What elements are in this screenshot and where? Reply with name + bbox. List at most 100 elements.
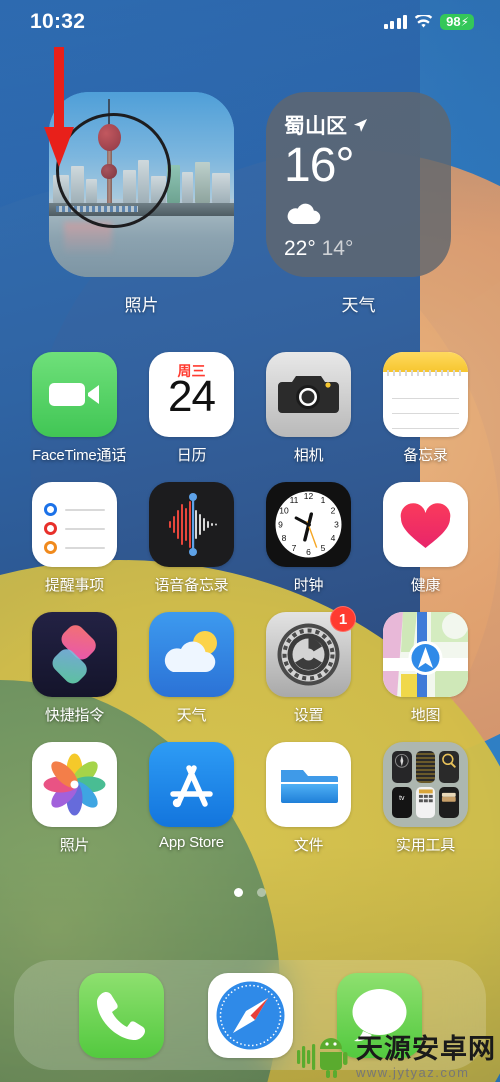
calendar-day: 24 [168, 372, 216, 421]
app-label: FaceTime通话 [32, 447, 127, 464]
app-notes[interactable]: 备忘录 [383, 352, 468, 465]
health-icon[interactable] [383, 482, 468, 567]
reminders-icon[interactable] [32, 482, 117, 567]
svg-text:6: 6 [306, 547, 311, 557]
page-dot-2[interactable] [257, 888, 266, 897]
wifi-icon [414, 15, 433, 28]
iphone-home-screen: 10:32 98 ⚡ 照片 蜀山区 16° 22° 14° 天气 FaceTim… [0, 0, 500, 1082]
app-settings[interactable]: 1 设置 [266, 606, 356, 725]
mini-magnifier-icon [439, 751, 459, 783]
notes-icon[interactable] [383, 352, 468, 437]
weather-low: 14° [321, 237, 354, 260]
app-files[interactable]: 文件 [266, 742, 351, 855]
app-facetime[interactable]: FaceTime通话 [32, 352, 127, 465]
app-label: 实用工具 [395, 837, 456, 854]
app-app-store[interactable]: App Store [149, 742, 234, 855]
svg-text:8: 8 [282, 533, 287, 543]
cloud-icon [287, 203, 321, 224]
svg-text:9: 9 [278, 520, 283, 530]
app-label: 语音备忘录 [154, 577, 229, 594]
app-photos[interactable]: 照片 [32, 742, 117, 855]
svg-text:7: 7 [292, 543, 297, 553]
app-calendar[interactable]: 周三 24 日历 [149, 352, 234, 465]
clock-icon[interactable]: 12 1 2 345 678 9 10 11 [266, 482, 351, 567]
svg-text:4: 4 [331, 533, 336, 543]
app-label: 文件 [293, 837, 324, 854]
red-arrow-annotation [44, 47, 74, 167]
app-label: 相机 [293, 447, 324, 464]
location-arrow-icon [353, 118, 368, 132]
svg-text:11: 11 [290, 495, 299, 505]
app-label: 照片 [59, 837, 90, 854]
weather-high: 22° [284, 237, 316, 260]
app-maps[interactable]: 地图 [383, 612, 468, 725]
app-row: 照片 App Store 文件 tv 实用工具 [0, 742, 500, 855]
mini-apple-tv-icon: tv [392, 786, 412, 818]
app-utilities-folder[interactable]: tv 实用工具 [383, 742, 468, 855]
app-shortcuts[interactable]: 快捷指令 [32, 612, 117, 725]
battery-percent: 98 [446, 14, 461, 29]
voice-memos-icon[interactable] [149, 482, 234, 567]
maps-icon[interactable] [383, 612, 468, 697]
mini-wallet-icon [439, 786, 459, 818]
site-watermark: 天源安卓网 www.jytyaz.com [295, 1034, 496, 1080]
app-label: 日历 [176, 447, 207, 464]
weather-city: 蜀山区 [284, 115, 347, 138]
facetime-icon[interactable] [32, 352, 117, 437]
svg-text:10: 10 [279, 506, 289, 516]
photos-icon[interactable] [32, 742, 117, 827]
svg-text:5: 5 [321, 543, 326, 553]
mini-calculator-icon [415, 786, 436, 818]
camera-icon[interactable] [266, 352, 351, 437]
shortcuts-icon[interactable] [32, 612, 117, 697]
weather-temperature: 16° [284, 139, 355, 192]
svg-text:tv: tv [399, 794, 405, 801]
status-time: 10:32 [30, 10, 86, 33]
phone-icon[interactable] [78, 972, 164, 1058]
charging-bolt-icon: ⚡ [460, 14, 469, 29]
app-weather[interactable]: 天气 [149, 612, 234, 725]
mini-stocks-icon [415, 751, 436, 783]
app-label: 设置 [293, 707, 324, 724]
utilities-folder-icon[interactable]: tv [383, 742, 468, 827]
app-voice-memos[interactable]: 语音备忘录 [149, 482, 234, 595]
app-row: FaceTime通话 周三 24 日历 相机 备忘录 [0, 352, 500, 465]
safari-compass-icon[interactable] [207, 972, 293, 1058]
app-label: 天气 [176, 707, 207, 724]
battery-status-badge: 98 ⚡ [440, 14, 474, 30]
svg-text:3: 3 [334, 520, 339, 530]
app-label: App Store [159, 834, 224, 851]
mini-compass-icon [392, 751, 412, 783]
svg-text:1: 1 [321, 495, 326, 505]
app-label: 备忘录 [403, 447, 448, 464]
app-label: 地图 [410, 707, 441, 724]
app-label: 提醒事项 [44, 577, 105, 594]
weather-icon[interactable] [149, 612, 234, 697]
weather-widget-tile[interactable]: 蜀山区 16° 22° 14° [266, 92, 451, 277]
status-bar: 10:32 98 ⚡ [0, 0, 500, 44]
page-dots[interactable] [0, 888, 500, 897]
weather-widget-label: 天气 [341, 296, 376, 315]
app-clock[interactable]: 12 1 2 345 678 9 10 11 时钟 [266, 482, 351, 595]
app-health[interactable]: 健康 [383, 482, 468, 595]
app-row: 提醒事项 语音备忘录 12 1 2 3 4 5 6 7 8 9 10 11 时钟… [0, 482, 500, 595]
app-camera[interactable]: 相机 [266, 352, 351, 465]
files-icon[interactable] [266, 742, 351, 827]
weather-widget[interactable]: 蜀山区 16° 22° 14° 天气 [266, 92, 451, 332]
app-label: 快捷指令 [44, 707, 105, 724]
watermark-url: www.jytyaz.com [356, 1064, 470, 1080]
calendar-icon[interactable]: 周三 24 [149, 352, 234, 437]
photos-widget-label: 照片 [124, 296, 159, 315]
app-label: 时钟 [293, 577, 324, 594]
svg-text:12: 12 [304, 491, 314, 501]
app-reminders[interactable]: 提醒事项 [32, 482, 117, 595]
app-row: 快捷指令 天气 1 设置 地图 [0, 606, 500, 725]
page-dot-1[interactable] [234, 888, 243, 897]
watermark-title: 天源安卓网 [356, 1033, 496, 1064]
android-robot-icon [297, 1038, 348, 1078]
cellular-bars-icon [383, 15, 408, 29]
status-badge: 1 [330, 606, 356, 632]
app-store-icon[interactable] [149, 742, 234, 827]
app-label: 健康 [410, 577, 441, 594]
svg-text:2: 2 [331, 506, 336, 516]
